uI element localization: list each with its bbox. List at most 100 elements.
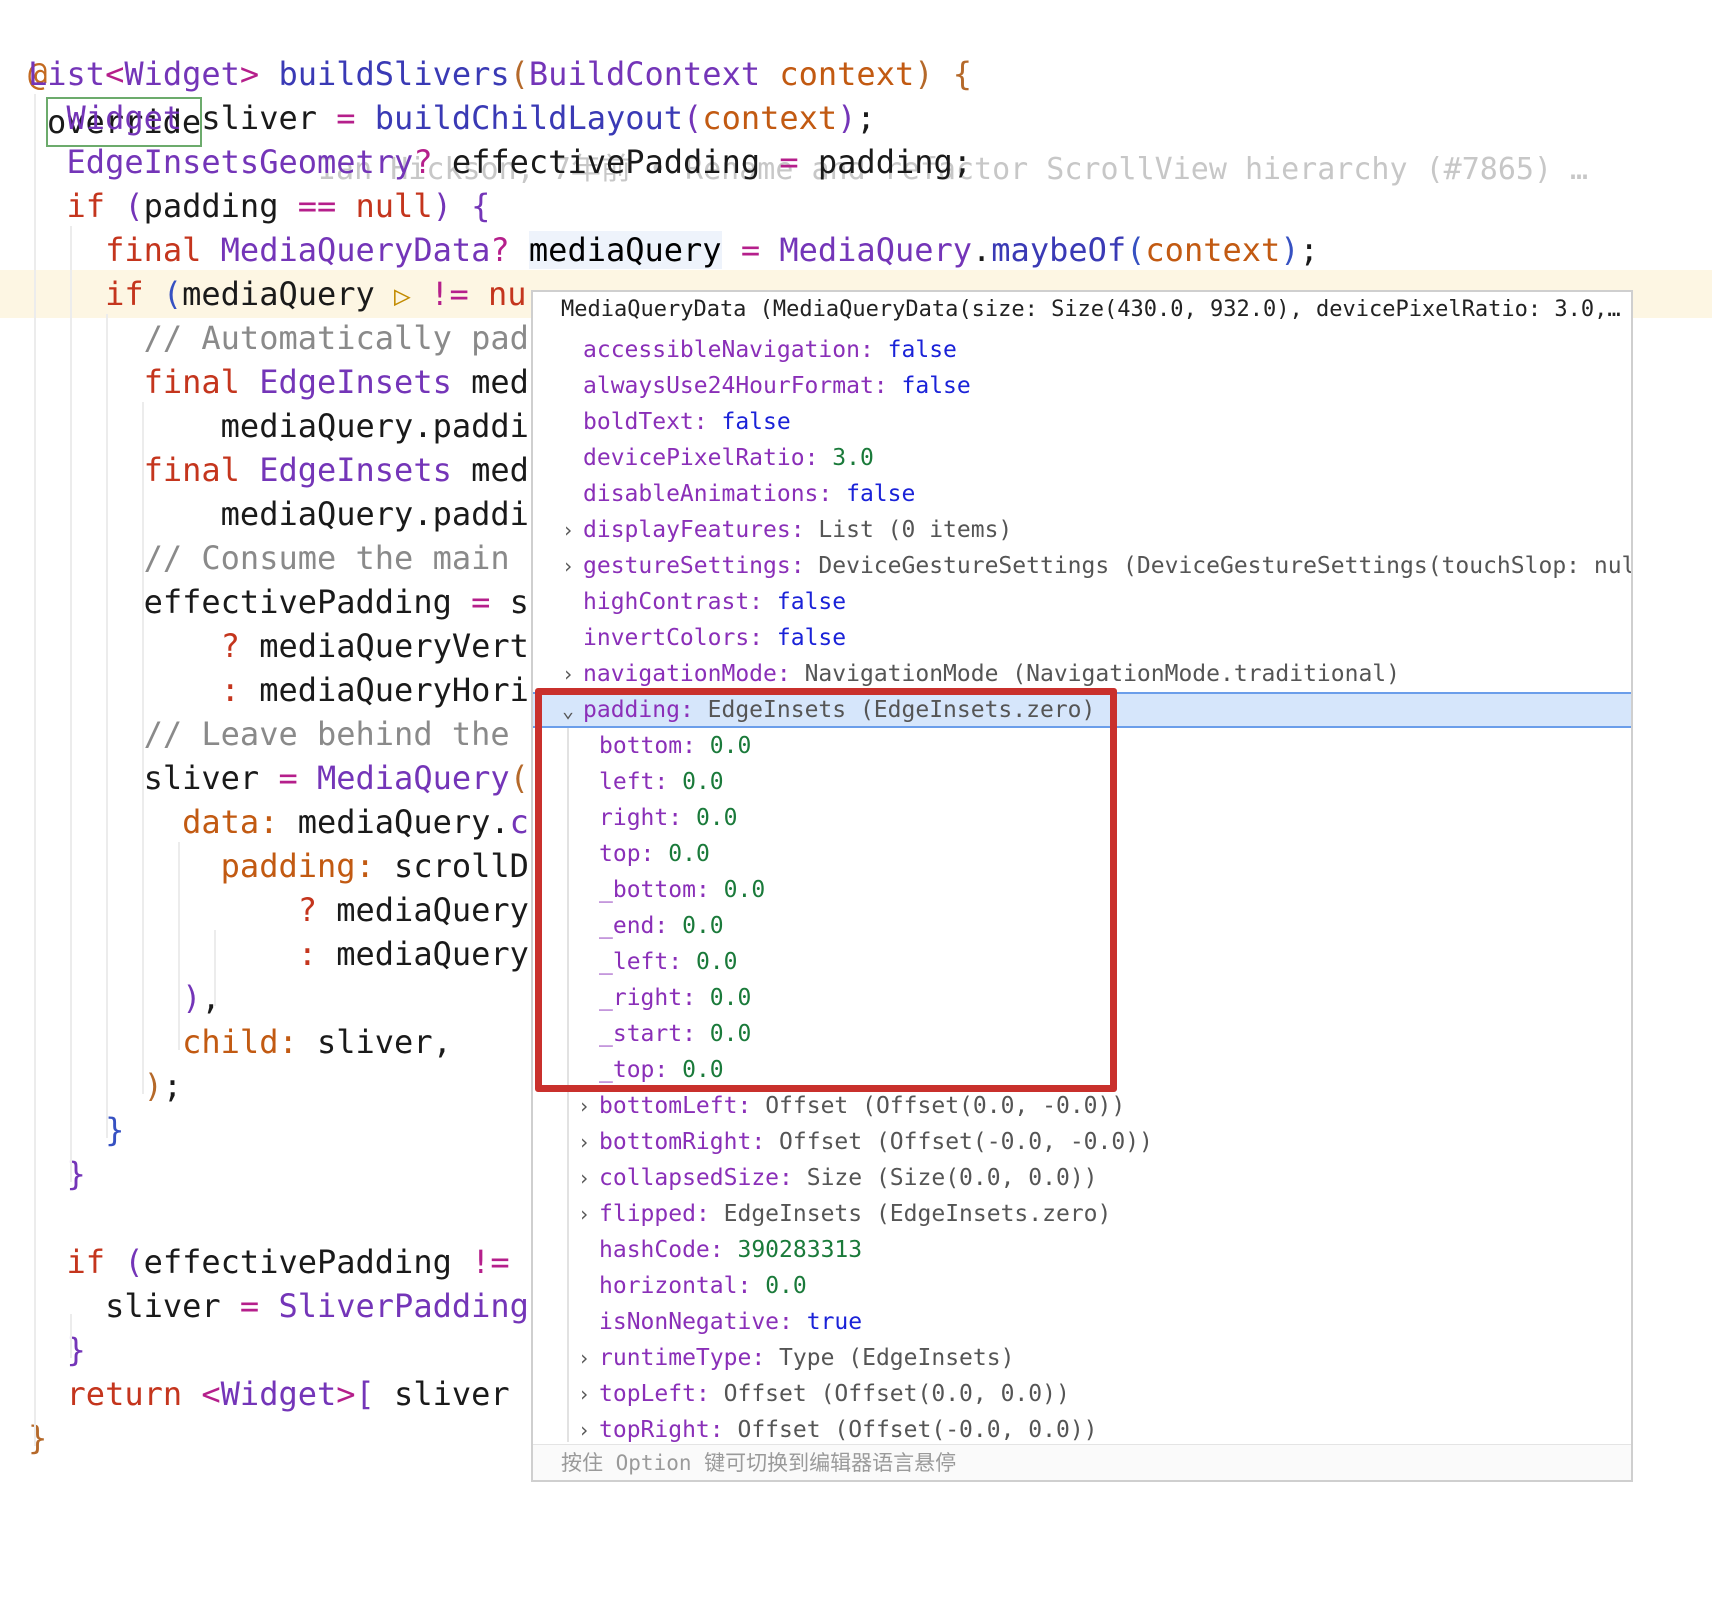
code-token: ) — [914, 55, 934, 93]
code-token: mediaQuery. — [278, 803, 510, 841]
chevron-right-icon[interactable]: › — [573, 1412, 595, 1442]
tree-row-flipped[interactable]: › flipped: EdgeInsets (EdgeInsets.zero) — [533, 1196, 1631, 1232]
tree-row-hashCode[interactable]: hashCode: 390283313 — [533, 1232, 1631, 1268]
chevron-right-icon[interactable]: › — [557, 512, 579, 548]
code-line[interactable]: if (padding == null) { — [0, 182, 1712, 230]
tree-value: 390283313 — [737, 1237, 863, 1263]
code-token: = — [471, 583, 491, 621]
tree-value: false — [901, 373, 971, 399]
tree-key: horizontal — [599, 1273, 738, 1299]
chevron-right-icon[interactable]: › — [573, 1124, 595, 1160]
tree-row-topRight[interactable]: › topRight: Offset (Offset(-0.0, 0.0)) — [533, 1412, 1631, 1442]
code-line[interactable]: final MediaQueryData? mediaQuery = Media… — [0, 226, 1712, 274]
tree-key: navigationMode — [583, 661, 777, 687]
inline-debug-icon: ▷ — [394, 279, 411, 312]
code-token: ) — [143, 1067, 163, 1105]
tree-separator: : — [751, 1129, 780, 1155]
tree-key: topLeft — [599, 1381, 696, 1407]
tree-row-gestureSettings[interactable]: › gestureSettings: DeviceGestureSettings … — [533, 548, 1631, 584]
tree-row-boldText[interactable]: boldText: false — [533, 404, 1631, 440]
code-token: ( — [162, 275, 183, 313]
code-token: child: — [182, 1023, 298, 1061]
chevron-right-icon[interactable]: › — [557, 548, 579, 584]
code-token: ( — [124, 1243, 144, 1281]
code-token: EdgeInsets — [259, 363, 452, 401]
code-line[interactable]: List<Widget> buildSlivers(BuildContext c… — [0, 50, 1712, 98]
code-token: mediaQuery.paddi — [28, 407, 529, 445]
code-token: mediaQueryVert — [239, 627, 529, 665]
tree-separator: : — [859, 337, 888, 363]
chevron-right-icon[interactable]: › — [573, 1160, 595, 1196]
code-token: mediaQuery — [316, 935, 529, 973]
code-token: } — [28, 1419, 48, 1457]
tree-row-bottomRight[interactable]: › bottomRight: Offset (Offset(-0.0, -0.0)… — [533, 1124, 1631, 1160]
tree-row-alwaysUse24HourFormat[interactable]: alwaysUse24HourFormat: false — [533, 368, 1631, 404]
code-token: ) — [837, 99, 857, 137]
popup-header: MediaQueryData (MediaQueryData(size: Siz… — [561, 297, 1621, 322]
tree-separator: : — [695, 1381, 724, 1407]
tree-row-topLeft[interactable]: › topLeft: Offset (Offset(0.0, 0.0)) — [533, 1376, 1631, 1412]
code-token: sliver, — [297, 1023, 452, 1061]
code-token: Widget — [66, 99, 183, 137]
tree-row-navigationMode[interactable]: › navigationMode: NavigationMode (Navigat… — [533, 656, 1631, 692]
tree-value: 3.0 — [832, 445, 874, 471]
tree-row-horizontal[interactable]: horizontal: 0.0 — [533, 1268, 1631, 1304]
tree-row-invertColors[interactable]: invertColors: false — [533, 620, 1631, 656]
tree-row-bottomLeft[interactable]: › bottomLeft: Offset (Offset(0.0, -0.0)) — [533, 1088, 1631, 1124]
code-token: ; — [1299, 231, 1319, 269]
tree-row-devicePixelRatio[interactable]: devicePixelRatio: 3.0 — [533, 440, 1631, 476]
code-token: if — [105, 275, 144, 313]
code-token: // Automatically pad — [143, 319, 529, 357]
tree-row-displayFeatures[interactable]: › displayFeatures: List (0 items) — [533, 512, 1631, 548]
indent-guide — [34, 94, 36, 1446]
highlight-annotation-box — [535, 688, 1117, 1092]
tree-row-runtimeType[interactable]: › runtimeType: Type (EdgeInsets) — [533, 1340, 1631, 1376]
code-line[interactable]: Widget sliver = buildChildLayout(context… — [0, 94, 1712, 142]
code-token: , — [201, 979, 221, 1017]
tree-row-isNonNegative[interactable]: isNonNegative: true — [533, 1304, 1631, 1340]
code-token: if — [66, 1243, 106, 1281]
tree-separator: : — [737, 1273, 766, 1299]
code-token: ? — [490, 231, 510, 269]
tree-separator: : — [749, 625, 777, 651]
code-token: context — [779, 55, 915, 93]
tree-value: true — [806, 1309, 863, 1335]
code-token: context — [702, 99, 838, 137]
code-token: data: — [182, 803, 279, 841]
chevron-right-icon[interactable]: › — [557, 656, 579, 692]
tree-type: NavigationMode (NavigationMode.tradition… — [804, 661, 1401, 687]
chevron-right-icon[interactable]: › — [573, 1376, 595, 1412]
popup-footer-hint: 按住 Option 键可切换到编辑器语言悬停 — [533, 1444, 1631, 1480]
indent-guide — [142, 402, 144, 1094]
chevron-right-icon[interactable]: › — [573, 1088, 595, 1124]
tree-row-highContrast[interactable]: highContrast: false — [533, 584, 1631, 620]
tree-key: runtimeType — [599, 1345, 752, 1371]
code-line[interactable]: EdgeInsetsGeometry? effectivePadding = p… — [0, 138, 1712, 186]
code-token: Widget — [220, 1375, 337, 1413]
code-token: EdgeInsetsGeometry — [66, 143, 414, 181]
tree-separator: : — [749, 589, 777, 615]
tree-row-accessibleNavigation[interactable]: accessibleNavigation: false — [533, 332, 1631, 368]
chevron-right-icon[interactable]: › — [573, 1196, 595, 1232]
code-token: ) — [182, 979, 202, 1017]
code-token: == — [297, 187, 337, 225]
tree-row-collapsedSize[interactable]: › collapsedSize: Size (Size(0.0, 0.0)) — [533, 1160, 1631, 1196]
tree-row-disableAnimations[interactable]: disableAnimations: false — [533, 476, 1631, 512]
chevron-right-icon[interactable]: › — [573, 1340, 595, 1376]
code-token: != — [430, 275, 469, 313]
tree-key: topRight — [599, 1417, 710, 1442]
code-token: sliver — [374, 1375, 529, 1413]
